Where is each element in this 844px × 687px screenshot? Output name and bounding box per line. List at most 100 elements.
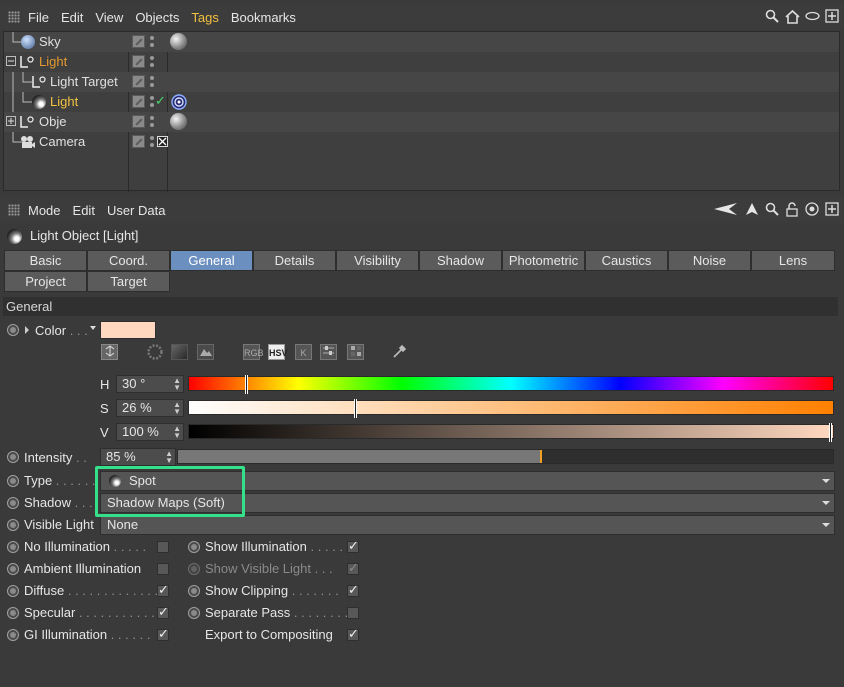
collapse-icon[interactable] xyxy=(6,56,17,67)
tab-project[interactable]: Project xyxy=(4,271,87,292)
enabled-check-icon[interactable]: ✓ xyxy=(155,93,166,109)
diffuse-checkbox[interactable] xyxy=(157,582,169,598)
value-slider[interactable] xyxy=(188,423,834,442)
animate-radio[interactable] xyxy=(7,451,19,463)
tab-details[interactable]: Details xyxy=(253,250,336,271)
menu-view[interactable]: View xyxy=(95,10,123,25)
render-dots[interactable] xyxy=(150,75,155,89)
back-arrow-icon[interactable] xyxy=(712,202,740,218)
animate-radio[interactable] xyxy=(7,497,19,509)
object-row[interactable]: Camera xyxy=(4,132,839,152)
color-wheel-icon[interactable] xyxy=(146,344,163,360)
specular-checkbox[interactable] xyxy=(157,604,169,620)
object-name[interactable]: Obje xyxy=(39,112,66,132)
render-dots[interactable] xyxy=(150,115,155,129)
object-row[interactable]: Light xyxy=(4,52,839,72)
panel-grip-icon[interactable] xyxy=(8,204,20,216)
new-window-icon[interactable] xyxy=(824,202,840,218)
object-row[interactable]: Light ✓ xyxy=(4,92,839,112)
render-dots[interactable] xyxy=(150,35,155,49)
intensity-slider[interactable] xyxy=(177,449,834,464)
tab-noise[interactable]: Noise xyxy=(668,250,751,271)
animate-radio[interactable] xyxy=(7,324,19,336)
menu-edit[interactable]: Edit xyxy=(61,10,83,25)
search-icon[interactable] xyxy=(764,202,780,218)
render-dots[interactable] xyxy=(150,55,155,69)
object-row[interactable]: Obje xyxy=(4,112,839,132)
show-illumination-checkbox[interactable] xyxy=(347,538,359,554)
menu-bookmarks[interactable]: Bookmarks xyxy=(231,10,296,25)
spectrum-icon[interactable] xyxy=(171,344,188,360)
tab-shadow[interactable]: Shadow xyxy=(419,250,502,271)
up-arrow-icon[interactable] xyxy=(744,202,760,218)
swatches-icon[interactable] xyxy=(347,344,364,360)
value-stepper-icon[interactable]: ▲ ▼ xyxy=(173,425,181,440)
animate-radio[interactable] xyxy=(188,563,200,575)
menu-mode[interactable]: Mode xyxy=(28,203,61,218)
rgb-mode-button[interactable]: RGB xyxy=(243,344,264,360)
show-visible-light-checkbox[interactable] xyxy=(347,560,359,576)
target-icon[interactable] xyxy=(804,202,820,218)
show-clipping-checkbox[interactable] xyxy=(347,582,359,598)
menu-user-data[interactable]: User Data xyxy=(107,203,166,218)
new-window-icon[interactable] xyxy=(824,9,840,25)
expand-icon[interactable] xyxy=(6,116,17,127)
visibility-toggle[interactable] xyxy=(132,135,145,148)
hsv-mode-button[interactable]: HSV xyxy=(268,344,288,360)
menu-tags[interactable]: Tags xyxy=(191,10,218,25)
search-icon[interactable] xyxy=(764,9,780,25)
hue-slider[interactable] xyxy=(188,375,834,394)
animate-radio[interactable] xyxy=(188,541,200,553)
visibility-toggle[interactable] xyxy=(132,75,145,88)
tab-photometric[interactable]: Photometric xyxy=(502,250,585,271)
kelvin-mode-button[interactable]: K xyxy=(295,344,312,360)
animate-radio[interactable] xyxy=(188,607,200,619)
no-illumination-checkbox[interactable] xyxy=(157,541,169,553)
color-menu-arrow-icon[interactable] xyxy=(90,326,96,330)
intensity-stepper-icon[interactable]: ▲ ▼ xyxy=(165,450,173,465)
lock-icon[interactable] xyxy=(784,202,800,218)
animate-radio[interactable] xyxy=(7,585,19,597)
visibility-toggle[interactable] xyxy=(132,35,145,48)
panel-grip-icon[interactable] xyxy=(8,11,20,23)
saturation-slider[interactable] xyxy=(188,399,834,418)
object-row[interactable]: Sky xyxy=(4,32,839,52)
eyedropper-mode-icon[interactable] xyxy=(101,344,118,360)
intensity-slider-handle[interactable] xyxy=(539,450,542,463)
animate-radio[interactable] xyxy=(7,607,19,619)
ambient-illumination-checkbox[interactable] xyxy=(157,563,169,575)
saturation-stepper-icon[interactable]: ▲ ▼ xyxy=(173,401,181,416)
saturation-input[interactable]: 26 % ▲ ▼ xyxy=(116,399,184,417)
object-row[interactable]: Light Target xyxy=(4,72,839,92)
value-slider-handle[interactable] xyxy=(829,423,832,442)
render-dots[interactable] xyxy=(150,135,155,149)
animate-radio[interactable] xyxy=(7,541,19,553)
intensity-input[interactable]: 85 % ▲ ▼ xyxy=(100,448,176,466)
tab-lens[interactable]: Lens xyxy=(751,250,835,271)
tab-basic[interactable]: Basic xyxy=(4,250,87,271)
tab-coord[interactable]: Coord. xyxy=(87,250,170,271)
material-sphere-icon[interactable] xyxy=(170,113,187,130)
tab-general[interactable]: General xyxy=(170,250,253,271)
image-picker-icon[interactable] xyxy=(197,344,214,360)
export-to-compositing-checkbox[interactable] xyxy=(347,626,359,642)
eye-icon[interactable] xyxy=(804,9,820,25)
menu-objects[interactable]: Objects xyxy=(135,10,179,25)
animate-radio[interactable] xyxy=(7,475,19,487)
object-name[interactable]: Camera xyxy=(39,132,85,152)
hue-slider-handle[interactable] xyxy=(244,375,248,394)
expand-triangle-icon[interactable] xyxy=(25,326,29,334)
animate-radio[interactable] xyxy=(7,629,19,641)
menu-edit[interactable]: Edit xyxy=(73,203,95,218)
tab-visibility[interactable]: Visibility xyxy=(336,250,419,271)
shadow-dropdown[interactable]: Shadow Maps (Soft) xyxy=(100,493,835,513)
hue-input[interactable]: 30 ° ▲ ▼ xyxy=(116,375,184,393)
camera-tag-icon[interactable] xyxy=(157,136,168,147)
value-input[interactable]: 100 % ▲ ▼ xyxy=(116,423,184,441)
object-name[interactable]: Sky xyxy=(39,32,61,52)
tab-caustics[interactable]: Caustics xyxy=(585,250,668,271)
animate-radio[interactable] xyxy=(188,585,200,597)
object-name[interactable]: Light Target xyxy=(50,72,118,92)
tab-target[interactable]: Target xyxy=(87,271,170,292)
mixer-icon[interactable] xyxy=(320,344,337,360)
